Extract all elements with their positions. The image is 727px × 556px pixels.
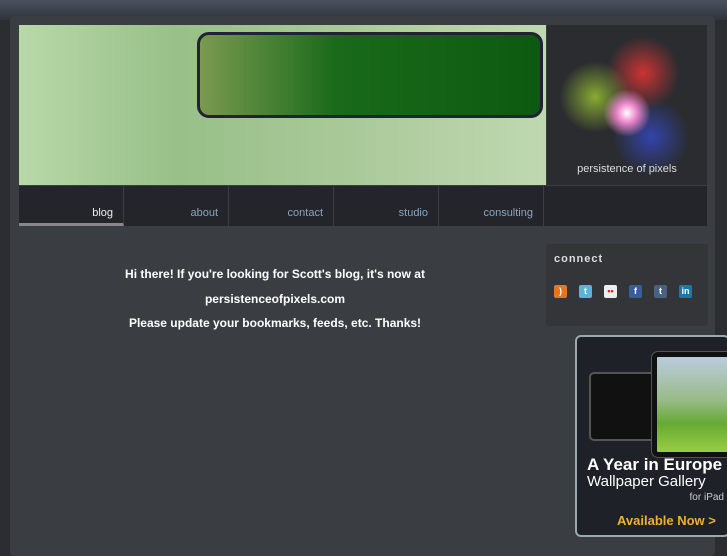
- nav-about[interactable]: about: [124, 186, 229, 226]
- twitter-icon[interactable]: t: [579, 285, 592, 298]
- ad-cta[interactable]: Available Now >: [617, 513, 716, 528]
- ad-subtitle: Wallpaper Gallery: [587, 473, 706, 490]
- notice-link[interactable]: persistenceofpixels.com: [40, 287, 510, 312]
- connect-title: connect: [554, 253, 604, 265]
- facebook-icon[interactable]: f: [629, 285, 642, 298]
- flickr-icon[interactable]: ••: [604, 285, 617, 298]
- notice-line-1: Hi there! If you're looking for Scott's …: [125, 267, 425, 281]
- ipad-landscape-image: [651, 351, 727, 458]
- notice-line-3: Please update your bookmarks, feeds, etc…: [128, 316, 422, 330]
- nav-consulting[interactable]: consulting: [439, 186, 544, 226]
- nav-studio[interactable]: studio: [334, 186, 439, 226]
- rearview-mirror-image: [197, 32, 543, 118]
- nav-contact[interactable]: contact: [229, 186, 334, 226]
- main-nav: blog about contact studio consulting: [19, 186, 707, 226]
- linkedin-icon[interactable]: in: [679, 285, 692, 298]
- nav-blog[interactable]: blog: [19, 186, 124, 226]
- connect-widget: connect ) t •• f t in: [546, 244, 708, 326]
- ad-platform: for iPad: [689, 492, 724, 503]
- tumblr-icon[interactable]: t: [654, 285, 667, 298]
- notice-message: Hi there! If you're looking for Scott's …: [40, 262, 510, 336]
- ipad-gallery-ad[interactable]: A Year in Europe Wallpaper Gallery for i…: [575, 335, 727, 537]
- rss-icon[interactable]: ): [554, 285, 567, 298]
- brand-tagline: persistence of pixels: [577, 163, 677, 175]
- header-photo: [19, 25, 546, 185]
- brand-logo[interactable]: persistence of pixels: [547, 25, 707, 185]
- ad-title: A Year in Europe: [587, 455, 723, 474]
